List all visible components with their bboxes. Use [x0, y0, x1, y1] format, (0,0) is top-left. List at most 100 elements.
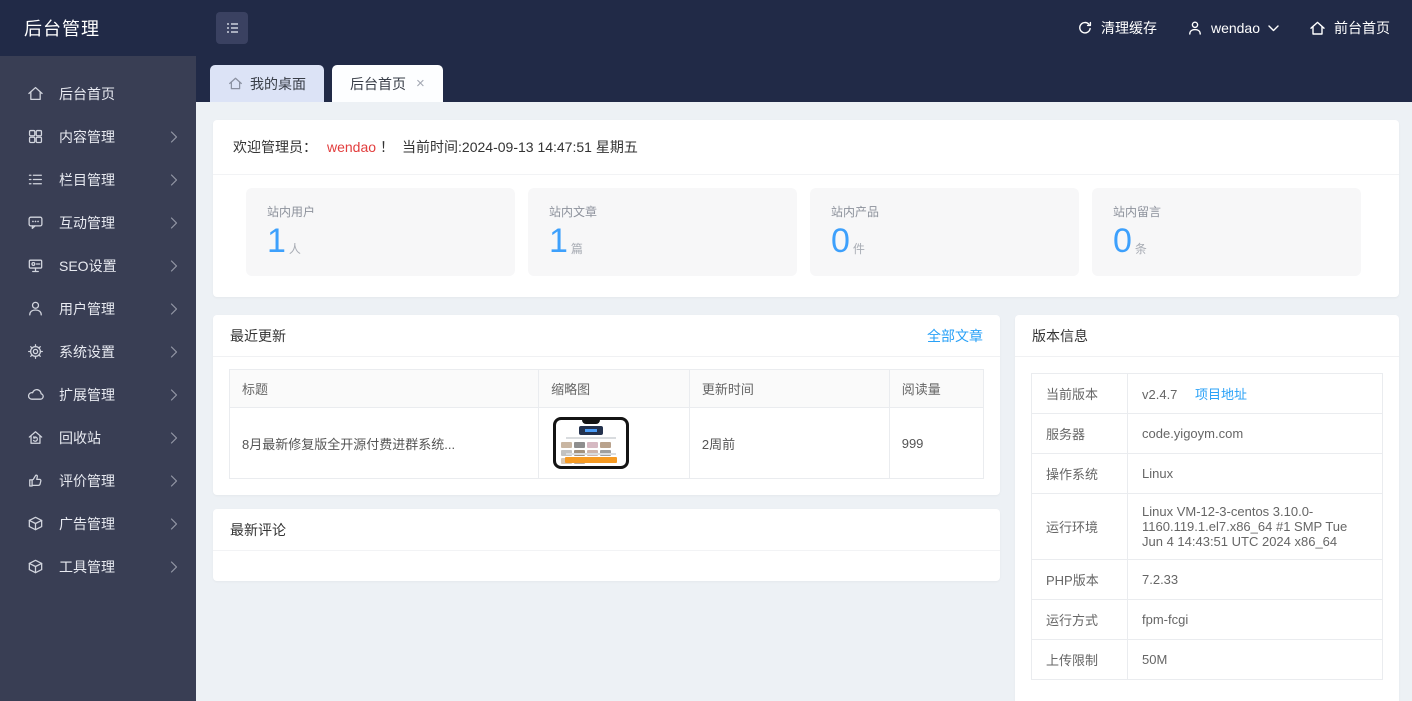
chevron-right-icon	[170, 431, 178, 444]
stat-value: 1	[549, 222, 568, 260]
stat-unit: 条	[1134, 242, 1147, 256]
stat-card-articles: 站内文章 1篇	[528, 188, 797, 276]
menu-list-icon	[223, 19, 241, 37]
sidebar-item-interaction[interactable]: 互动管理	[0, 201, 196, 244]
welcome-prefix: 欢迎管理员：	[233, 139, 317, 155]
sidebar-item-reviews[interactable]: 评价管理	[0, 459, 196, 502]
recent-updates-title: 最近更新	[230, 327, 286, 344]
version-value-cell: v2.4.7 项目地址	[1127, 373, 1383, 414]
main-area: 我的桌面 后台首页 × 欢迎管理员： wendao ！ 当前时间:2024-09…	[196, 56, 1412, 701]
version-value: 50M	[1127, 639, 1383, 680]
version-value: Linux VM-12-3-centos 3.10.0-1160.119.1.e…	[1127, 493, 1383, 560]
front-home-label: 前台首页	[1334, 20, 1390, 36]
tab-dashboard[interactable]: 后台首页 ×	[332, 65, 443, 102]
user-menu[interactable]: wendao	[1187, 20, 1279, 36]
current-time: 当前时间:2024-09-13 14:47:51 星期五	[402, 139, 638, 155]
stat-card-products: 站内产品 0件	[810, 188, 1079, 276]
close-icon[interactable]: ×	[416, 76, 425, 91]
version-value: v2.4.7	[1142, 387, 1178, 402]
table-row: 8月最新修复版全开源付费进群系统... 2周前 999	[228, 407, 985, 479]
stat-unit: 件	[852, 242, 865, 256]
sidebar-item-label: 扩展管理	[59, 386, 115, 403]
recent-updates-table: 标题 缩略图 更新时间 阅读量 8月最新修复版全开源付费进群系统... 2周前 …	[228, 369, 985, 479]
chevron-right-icon	[170, 388, 178, 401]
sidebar-item-content[interactable]: 内容管理	[0, 115, 196, 158]
sidebar-item-system[interactable]: 系统设置	[0, 330, 196, 373]
sidebar-item-label: 广告管理	[59, 515, 115, 532]
column-header-thumbnail: 缩略图	[538, 369, 690, 408]
version-value: code.yigoym.com	[1127, 413, 1383, 454]
sidebar-item-ads[interactable]: 广告管理	[0, 502, 196, 545]
sidebar-item-columns[interactable]: 栏目管理	[0, 158, 196, 201]
table-row: 运行环境 Linux VM-12-3-centos 3.10.0-1160.11…	[1031, 493, 1383, 560]
version-label: 操作系统	[1031, 453, 1128, 494]
version-label: PHP版本	[1031, 559, 1128, 600]
chevron-right-icon	[170, 345, 178, 358]
refresh-icon	[1077, 20, 1093, 36]
column-header-updated: 更新时间	[688, 369, 890, 408]
latest-comments-panel: 最新评论	[213, 509, 1000, 581]
cube-icon	[27, 558, 44, 575]
topbar-actions: 清理缓存 wendao 前台首页	[1077, 18, 1412, 38]
table-row: 当前版本 v2.4.7 项目地址	[1031, 373, 1383, 414]
tab-my-desktop[interactable]: 我的桌面	[210, 65, 324, 102]
chevron-right-icon	[170, 302, 178, 315]
app-title: 后台管理	[24, 19, 100, 39]
front-home-button[interactable]: 前台首页	[1309, 18, 1390, 38]
sidebar-toggle-button[interactable]	[216, 12, 248, 44]
article-thumbnail-image	[553, 417, 630, 469]
project-url-link[interactable]: 项目地址	[1195, 387, 1247, 402]
recent-updates-panel: 最近更新 全部文章 标题 缩略图 更新时间 阅读量 8月最新修复版全开源付费进群…	[213, 315, 1000, 495]
chevron-right-icon	[170, 259, 178, 272]
home-icon	[1309, 20, 1326, 37]
recycle-icon	[27, 429, 44, 446]
sidebar-item-dashboard[interactable]: 后台首页	[0, 72, 196, 115]
sidebar-item-recycle[interactable]: 回收站	[0, 416, 196, 459]
stat-value: 1	[267, 222, 286, 260]
sidebar-item-tools[interactable]: 工具管理	[0, 545, 196, 588]
chevron-right-icon	[170, 130, 178, 143]
chevron-right-icon	[170, 173, 178, 186]
topbar: 后台管理 清理缓存 wendao 前台首页	[0, 0, 1412, 56]
chevron-right-icon	[170, 474, 178, 487]
stat-unit: 篇	[570, 242, 583, 256]
stat-label: 站内产品	[831, 205, 880, 219]
table-row: 服务器 code.yigoym.com	[1031, 413, 1383, 454]
chevron-right-icon	[170, 517, 178, 530]
version-value: Linux	[1127, 453, 1383, 494]
table-row: 上传限制 50M	[1031, 639, 1383, 680]
gear-icon	[27, 343, 44, 360]
sidebar-item-users[interactable]: 用户管理	[0, 287, 196, 330]
version-label: 服务器	[1031, 413, 1128, 454]
user-icon	[1187, 20, 1203, 36]
page-content: 欢迎管理员： wendao ！ 当前时间:2024-09-13 14:47:51…	[196, 102, 1412, 701]
tab-bar: 我的桌面 后台首页 ×	[196, 56, 1412, 102]
sidebar-item-seo[interactable]: SEO设置	[0, 244, 196, 287]
version-info-table: 当前版本 v2.4.7 项目地址 服务器 code.yigoym.com 操作系…	[1031, 373, 1383, 680]
sidebar-item-label: 栏目管理	[59, 171, 115, 188]
stats-row: 站内用户 1人 站内文章 1篇 站内产品 0件 站内留言 0条	[213, 175, 1399, 276]
version-info-title: 版本信息	[1032, 327, 1088, 344]
thumb-up-icon	[27, 472, 44, 489]
sidebar-item-extensions[interactable]: 扩展管理	[0, 373, 196, 416]
table-row: PHP版本 7.2.33	[1031, 559, 1383, 600]
version-info-panel: 版本信息 当前版本 v2.4.7 项目地址 服务器 code.yigoym.co…	[1015, 315, 1399, 701]
sidebar: 后台首页 内容管理 栏目管理 互动管理 SEO设置 用户管理 系统设置 扩展管理…	[0, 56, 196, 701]
version-label: 运行环境	[1031, 493, 1128, 560]
clear-cache-button[interactable]: 清理缓存	[1077, 18, 1157, 38]
stat-label: 站内留言	[1113, 205, 1162, 219]
chevron-down-icon	[1268, 24, 1279, 32]
clear-cache-label: 清理缓存	[1100, 20, 1157, 36]
article-thumbnail-cell	[538, 407, 690, 479]
all-articles-link[interactable]: 全部文章	[927, 326, 983, 346]
version-label: 运行方式	[1031, 599, 1128, 640]
sidebar-item-label: 工具管理	[59, 558, 115, 575]
version-value: 7.2.33	[1127, 559, 1383, 600]
sidebar-item-label: 回收站	[59, 429, 101, 446]
grid-icon	[27, 128, 44, 145]
version-label: 上传限制	[1031, 639, 1128, 680]
welcome-admin-name: wendao	[327, 139, 377, 155]
sidebar-item-label: 系统设置	[59, 343, 115, 360]
article-title-cell[interactable]: 8月最新修复版全开源付费进群系统...	[228, 407, 540, 479]
list-icon	[27, 171, 44, 188]
